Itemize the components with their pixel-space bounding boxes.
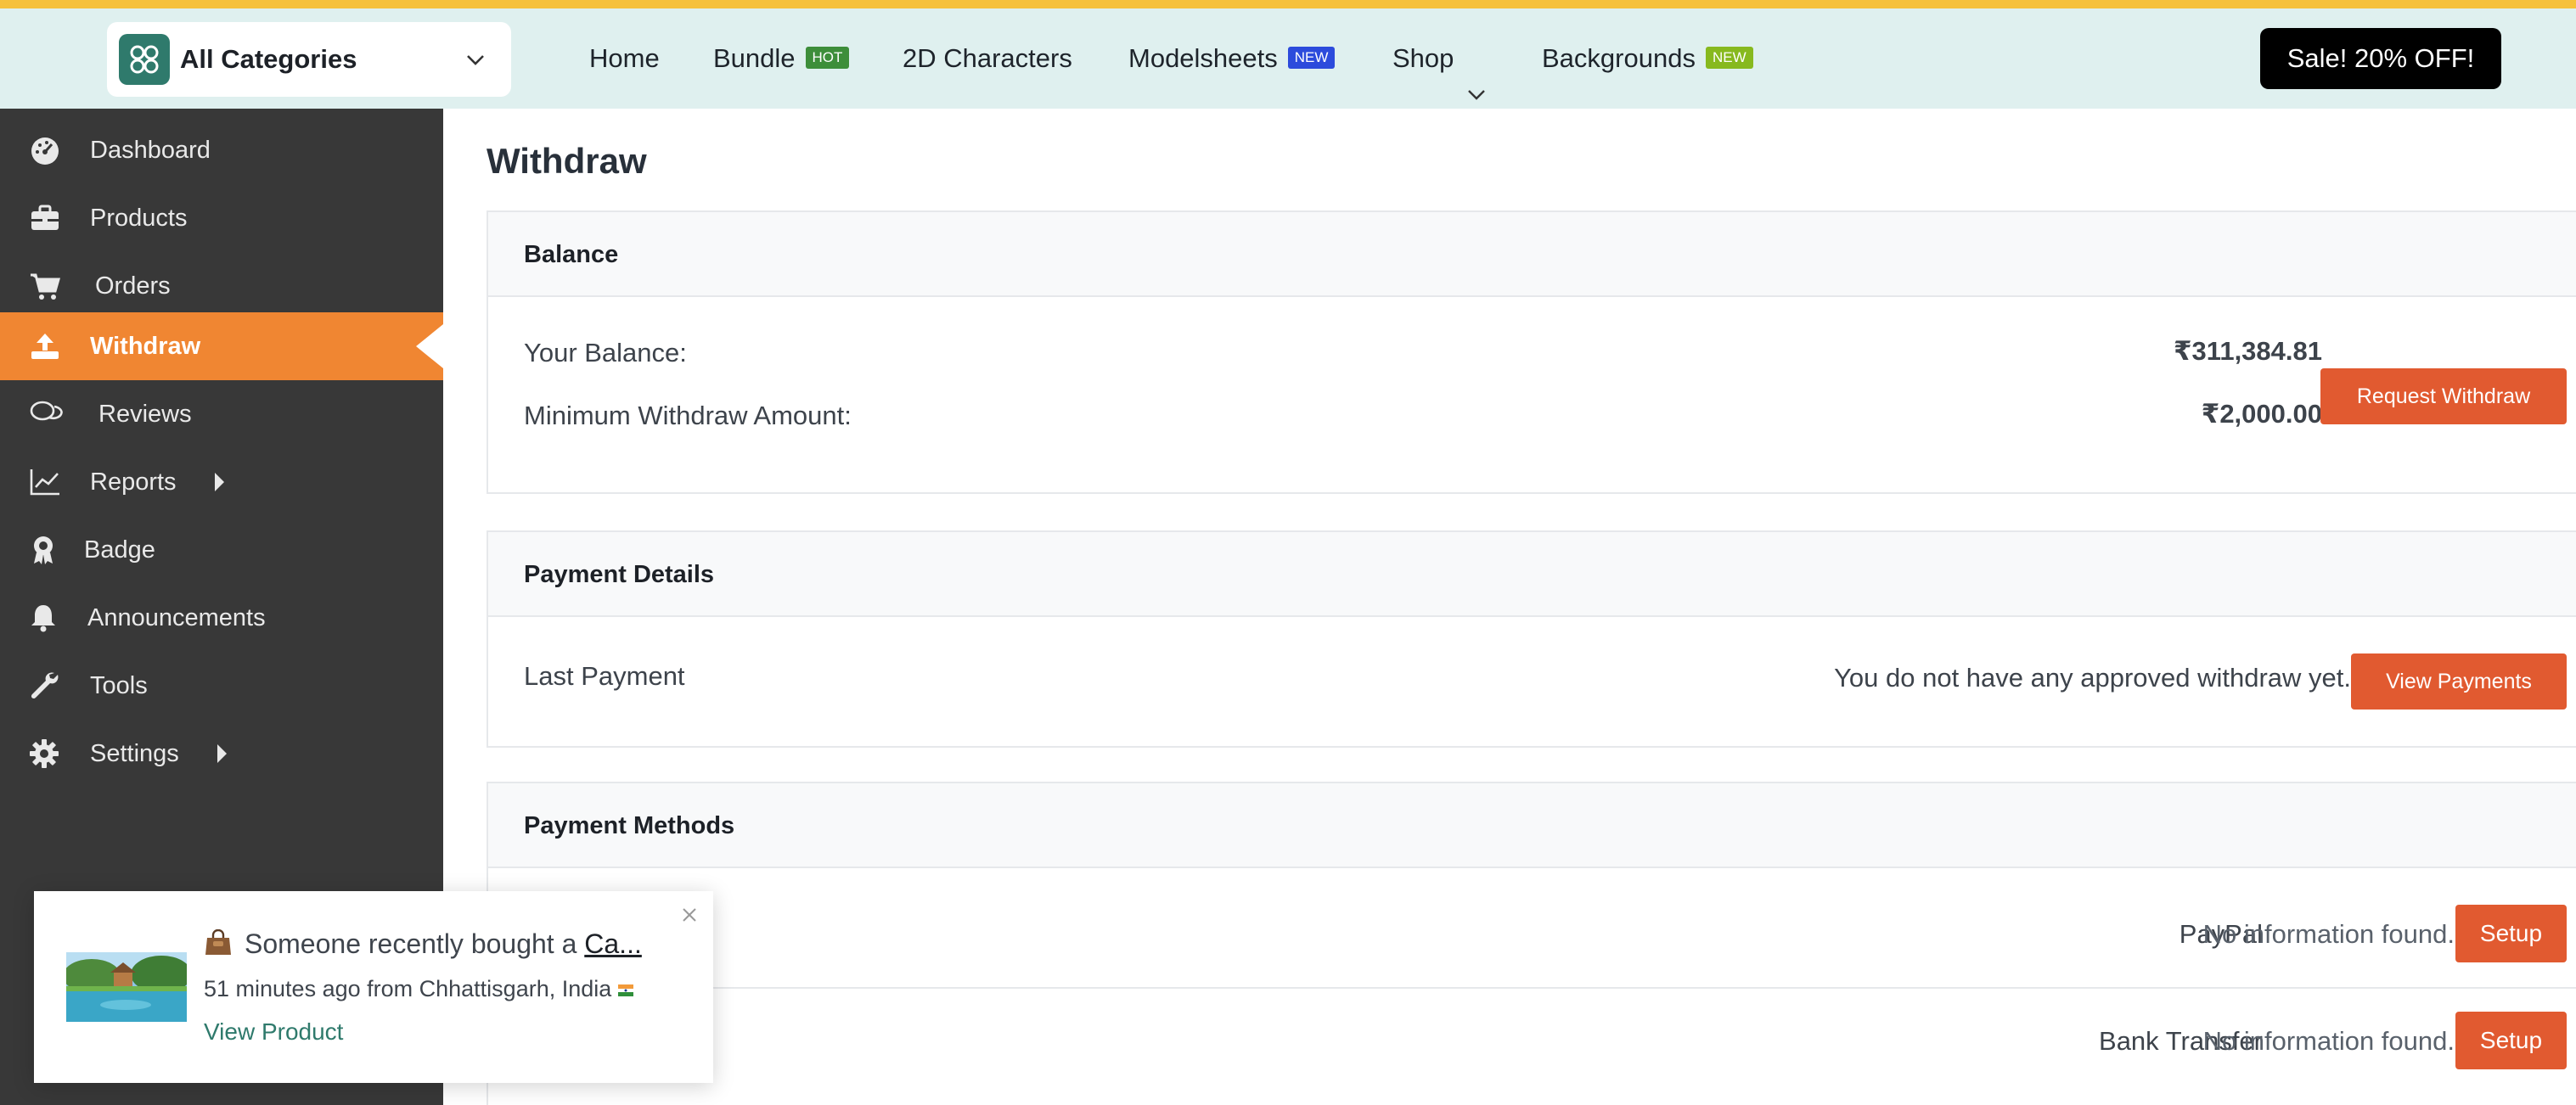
caret-right-icon [215, 473, 224, 491]
sidebar-item-label: Tools [90, 672, 148, 699]
paypal-setup-button[interactable]: Setup [2455, 905, 2567, 962]
sidebar-item-badge[interactable]: Badge [0, 516, 443, 584]
popup-message: Someone recently bought a Ca... [204, 928, 642, 960]
nav-modelsheets[interactable]: Modelsheets NEW [1128, 8, 1336, 109]
sidebar-item-label: Reports [90, 468, 177, 496]
top-accent-strip [0, 0, 2576, 8]
product-thumbnail[interactable] [66, 952, 187, 1022]
nav-home-label: Home [589, 43, 660, 73]
nav-shop-label: Shop [1392, 43, 1454, 73]
india-flag-icon [618, 976, 634, 996]
popup-product-link[interactable]: Ca... [584, 928, 642, 959]
sidebar-item-withdraw[interactable]: Withdraw [0, 312, 443, 380]
payment-methods-panel: Payment Methods PayPal No information fo… [487, 782, 2576, 1105]
payment-methods-heading: Payment Methods [488, 783, 2576, 868]
sidebar-item-label: Withdraw [90, 333, 201, 360]
sidebar-item-settings[interactable]: Settings [0, 720, 443, 788]
category-select-label: All Categories [180, 44, 357, 74]
your-balance-label: Your Balance: [524, 338, 687, 367]
sidebar-item-announcements[interactable]: Announcements [0, 584, 443, 652]
sidebar-item-reviews[interactable]: Reviews [0, 380, 443, 448]
chevron-down-icon [464, 48, 487, 71]
payment-details-panel: Payment Details Last Payment You do not … [487, 530, 2576, 748]
method-divider [524, 987, 2576, 989]
shopping-bag-icon [204, 928, 233, 956]
wrench-icon [29, 670, 61, 701]
sidebar-item-label: Settings [90, 740, 179, 767]
payment-details-heading: Payment Details [488, 532, 2576, 617]
sidebar-item-label: Products [90, 205, 188, 232]
bell-icon [29, 603, 61, 633]
new-badge: NEW [1287, 46, 1336, 69]
nav-2d-characters[interactable]: 2D Characters [903, 8, 1072, 109]
balance-heading: Balance [488, 212, 2576, 297]
upload-icon [29, 331, 61, 362]
request-withdraw-button[interactable]: Request Withdraw [2320, 368, 2567, 424]
categories-grid-icon [119, 34, 170, 85]
page-title: Withdraw [487, 141, 647, 181]
hot-badge: HOT [805, 46, 850, 69]
gauge-icon [29, 135, 61, 165]
chevron-down-icon [1465, 47, 1488, 100]
paypal-method-info: No information found. [2202, 919, 2455, 949]
category-select[interactable]: All Categories [107, 22, 511, 97]
nav-modelsheets-label: Modelsheets [1128, 43, 1278, 73]
sidebar-item-label: Badge [84, 536, 155, 564]
cart-icon [29, 271, 61, 301]
sidebar-item-label: Dashboard [90, 137, 211, 164]
nav-bundle[interactable]: Bundle HOT [713, 8, 850, 109]
min-withdraw-label: Minimum Withdraw Amount: [524, 401, 852, 430]
award-icon [29, 535, 61, 565]
sidebar-item-orders[interactable]: Orders [0, 252, 443, 320]
min-withdraw-value: ₹2,000.00 [2201, 399, 2322, 429]
your-balance-value: ₹311,384.81 [2173, 336, 2322, 366]
comments-icon [29, 399, 63, 429]
last-payment-value: You do not have any approved withdraw ye… [1834, 663, 2351, 693]
recent-purchase-popup: Someone recently bought a Ca... 51 minut… [34, 891, 713, 1083]
sidebar-item-dashboard[interactable]: Dashboard [0, 116, 443, 184]
sidebar-item-label: Announcements [87, 604, 266, 631]
sidebar-item-tools[interactable]: Tools [0, 652, 443, 720]
popup-time-location-text: 51 minutes ago from Chhattisgarh, India [204, 976, 612, 1001]
nav-backgrounds-label: Backgrounds [1542, 43, 1696, 73]
last-payment-label: Last Payment [524, 661, 685, 691]
popup-time-location: 51 minutes ago from Chhattisgarh, India [204, 976, 634, 1002]
close-icon[interactable] [681, 906, 698, 923]
sidebar-item-label: Reviews [98, 401, 192, 428]
view-payments-button[interactable]: View Payments [2351, 653, 2567, 710]
bank-transfer-method-info: No information found. [2202, 1026, 2455, 1056]
view-product-link[interactable]: View Product [204, 1018, 343, 1046]
gear-icon [29, 738, 61, 769]
sidebar-item-reports[interactable]: Reports [0, 448, 443, 516]
nav-home[interactable]: Home [589, 8, 660, 109]
sidebar-item-products[interactable]: Products [0, 184, 443, 252]
nav-bundle-label: Bundle [713, 43, 796, 73]
balance-panel: Balance Your Balance: ₹311,384.81 Minimu… [487, 210, 2576, 494]
nav-backgrounds[interactable]: Backgrounds NEW [1542, 8, 1753, 109]
caret-right-icon [217, 744, 227, 763]
sale-button[interactable]: Sale! 20% OFF! [2260, 28, 2501, 89]
active-indicator [416, 324, 443, 368]
sidebar-item-label: Orders [95, 272, 171, 300]
new-badge: NEW [1705, 46, 1753, 69]
bank-transfer-setup-button[interactable]: Setup [2455, 1012, 2567, 1069]
popup-message-text: Someone recently bought a [245, 928, 577, 959]
line-chart-icon [29, 467, 61, 497]
nav-shop[interactable]: Shop [1392, 8, 1488, 109]
briefcase-icon [29, 203, 61, 233]
nav-2d-characters-label: 2D Characters [903, 43, 1072, 73]
